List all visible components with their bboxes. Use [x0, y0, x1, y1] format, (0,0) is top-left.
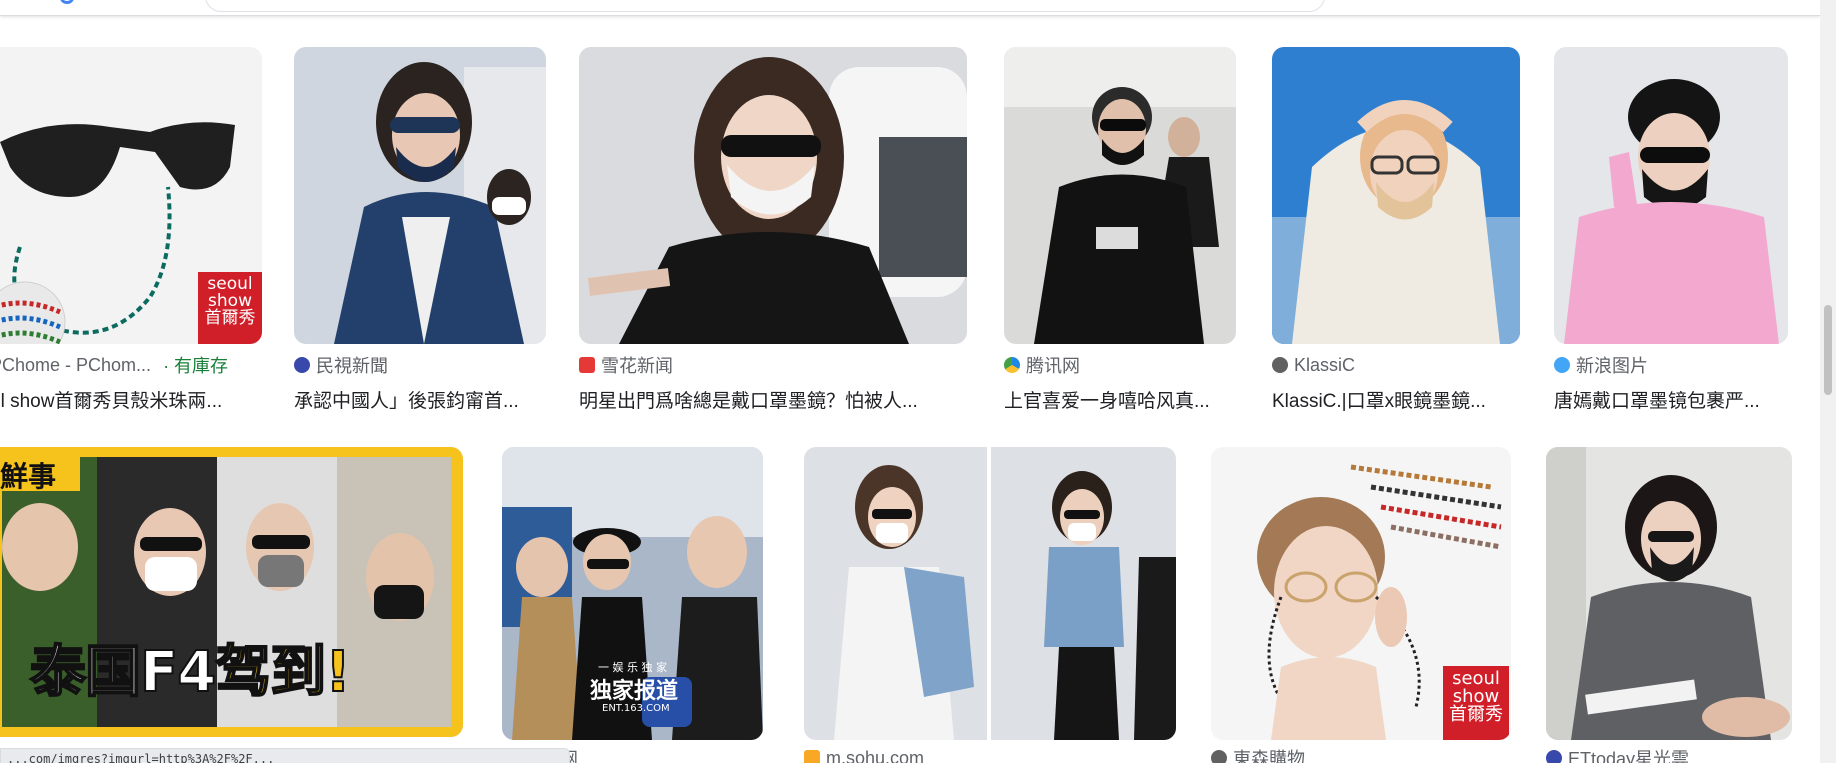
- seoul-show-watermark: seoul show 首爾秀: [198, 272, 262, 344]
- result-source[interactable]: 雪花新闻: [579, 354, 959, 376]
- search-input[interactable]: [205, 0, 1325, 12]
- result-source[interactable]: 民視新聞: [294, 354, 534, 376]
- result-meta: 民視新聞 承認中國人」後張鈞甯首...: [294, 354, 534, 413]
- xuehua-favicon-icon: [579, 357, 595, 373]
- result-meta: 腾讯网 上官喜爱一身嘻哈风真...: [1004, 354, 1232, 413]
- seoul-show-watermark: seoul show 首爾秀: [1443, 666, 1509, 740]
- result-source[interactable]: PChome - PChom... · 有庫存: [0, 354, 245, 377]
- sohu-favicon-icon: [804, 750, 820, 763]
- man-masked-image: [1004, 47, 1236, 344]
- result-thumbnail[interactable]: [1546, 447, 1792, 740]
- result-meta: PChome - PChom... · 有庫存 ul show首爾秀貝殼米珠兩..…: [0, 354, 245, 413]
- ettoday-favicon-icon: [1546, 750, 1562, 763]
- watermark-sub-text: ENT.163.COM: [602, 703, 670, 714]
- result-thumbnail[interactable]: [1004, 47, 1236, 344]
- stock-badge: · 有庫存: [163, 356, 229, 376]
- page-scrollbar[interactable]: [1820, 0, 1836, 763]
- exclusive-report-watermark: 独家报道: [590, 679, 679, 704]
- result-meta: 東森購物: [1211, 747, 1305, 763]
- result-source[interactable]: 腾讯网: [1004, 354, 1232, 376]
- result-thumbnail[interactable]: [1272, 47, 1520, 344]
- google-logo-icon[interactable]: [60, 0, 74, 4]
- airport-collage-image: [804, 447, 1176, 740]
- result-source[interactable]: 東森購物: [1211, 747, 1305, 763]
- globe-icon: [1272, 357, 1288, 373]
- result-source[interactable]: ETtoday星光雲: [1546, 747, 1689, 763]
- link-status-bar: ...com/imgres?imgurl=http%3A%2F%2F...: [0, 748, 570, 763]
- result-meta: ETtoday星光雲: [1546, 747, 1689, 763]
- result-title[interactable]: 明星出門爲啥總是戴口罩墨鏡？怕被人...: [579, 386, 959, 413]
- result-meta: 新浪图片 唐嫣戴口罩墨镜包裹严...: [1554, 354, 1784, 413]
- result-source[interactable]: KlassiC: [1272, 354, 1512, 376]
- minshi-favicon-icon: [294, 357, 310, 373]
- globe-icon: [1211, 750, 1227, 763]
- result-title[interactable]: 唐嫣戴口罩墨镜包裹严...: [1554, 386, 1784, 413]
- result-thumbnail[interactable]: seoul show 首爾秀: [0, 47, 262, 344]
- result-source[interactable]: m.sohu.com: [804, 747, 924, 763]
- sina-favicon-icon: [1554, 357, 1570, 373]
- result-title[interactable]: KlassiC.|口罩x眼鏡墨鏡...: [1272, 386, 1512, 413]
- result-thumbnail[interactable]: [579, 47, 967, 344]
- result-thumbnail[interactable]: 鮮事 泰国F4驾到!: [0, 447, 463, 737]
- banner-main-text: 泰国F4驾到!: [29, 639, 352, 706]
- result-thumbnail[interactable]: 一 娱 乐 独 家 独家报道 ENT.163.COM: [502, 447, 763, 740]
- result-meta: KlassiC KlassiC.|口罩x眼鏡墨鏡...: [1272, 354, 1512, 413]
- result-source[interactable]: 新浪图片: [1554, 354, 1784, 376]
- result-thumbnail[interactable]: [1554, 47, 1788, 344]
- search-header: [0, 0, 1820, 16]
- woman-gray-blazer-image: [1546, 447, 1792, 740]
- woman-masked-image: [294, 47, 546, 344]
- banner-tag-text: 鮮事: [0, 460, 57, 493]
- result-meta: m.sohu.com: [804, 747, 924, 763]
- tencent-favicon-icon: [1004, 357, 1020, 373]
- scrollbar-thumb[interactable]: [1824, 305, 1832, 395]
- woman-masked-image: [579, 47, 967, 344]
- woman-pink-sweater-image: [1554, 47, 1788, 344]
- result-thumbnail[interactable]: [804, 447, 1176, 740]
- result-title[interactable]: 承認中國人」後張鈞甯首...: [294, 386, 534, 413]
- result-meta: 雪花新闻 明星出門爲啥總是戴口罩墨鏡？怕被人...: [579, 354, 959, 413]
- result-title[interactable]: 上官喜爱一身嘻哈风真...: [1004, 386, 1232, 413]
- woman-mask-glasses-image: [1272, 47, 1520, 344]
- result-thumbnail[interactable]: seoul show 首爾秀: [1211, 447, 1511, 740]
- result-title[interactable]: ul show首爾秀貝殼米珠兩...: [0, 386, 245, 413]
- image-results-grid: seoul show 首爾秀 PChome - PChom... · 有庫存 ul s…: [0, 0, 1820, 763]
- result-thumbnail[interactable]: [294, 47, 546, 344]
